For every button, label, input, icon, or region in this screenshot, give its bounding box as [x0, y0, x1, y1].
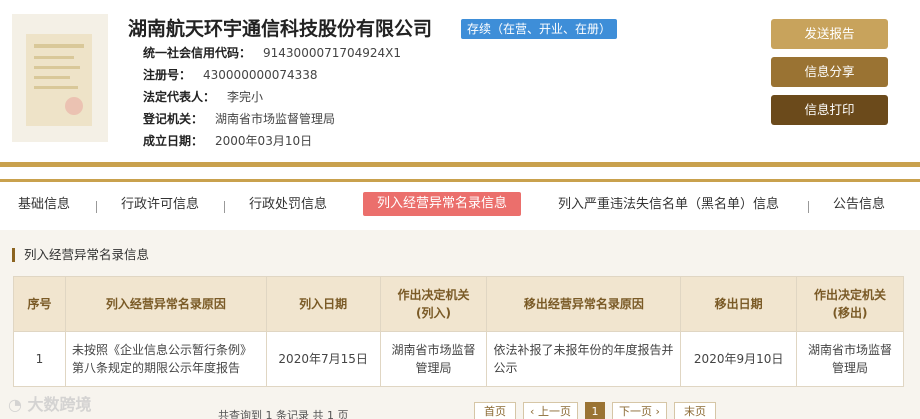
info-row-established-date: 成立日期： 2000年03月10日 — [143, 130, 401, 152]
tab-abnormal-operation-list[interactable]: 列入经营异常名录信息 — [363, 192, 522, 216]
current-page-button[interactable]: 1 — [585, 402, 605, 419]
info-value: 2000年03月10日 — [215, 134, 313, 148]
watermark-logo-icon: ◔ — [8, 395, 22, 414]
info-row-legal-representative: 法定代表人： 李完小 — [143, 86, 401, 108]
column-header: 作出决定机关 (列入) — [379, 276, 488, 332]
info-value: 9143000071704924X1 — [263, 46, 402, 60]
column-header: 移出经营异常名录原因 — [486, 276, 682, 332]
share-info-button[interactable]: 信息分享 — [771, 57, 888, 87]
info-label: 法定代表人： — [143, 90, 216, 104]
abnormal-operation-table: 序号 列入经营异常名录原因 列入日期 作出决定机关 (列入) 移出经营异常名录原… — [13, 276, 904, 387]
table-cell: 未按照《企业信息公示暂行条例》第八条规定的期限公示年度报告 — [64, 331, 267, 387]
next-page-button[interactable]: 下一页 › — [612, 402, 667, 419]
table-cell: 湖南省市场监督管理局 — [379, 331, 488, 387]
table-cell: 2020年9月10日 — [680, 331, 798, 387]
column-header: 作出决定机关 (移出) — [796, 276, 904, 332]
table-cell: 湖南省市场监督管理局 — [796, 331, 904, 387]
info-value: 李完小 — [227, 90, 264, 104]
column-header: 移出日期 — [680, 276, 798, 332]
tab-basic-info[interactable]: 基础信息 — [18, 190, 70, 220]
info-label: 成立日期： — [143, 134, 204, 148]
tab-administrative-penalty[interactable]: 行政处罚信息 — [249, 190, 327, 220]
company-info-list: 统一社会信用代码： 9143000071704924X1 注册号： 430000… — [143, 42, 401, 152]
watermark: ◔ 大数跨境 — [8, 391, 92, 415]
table-header-row: 序号 列入经营异常名录原因 列入日期 作出决定机关 (列入) 移出经营异常名录原… — [13, 276, 904, 332]
column-header: 列入日期 — [265, 276, 381, 332]
watermark-text: 大数跨境 — [27, 395, 92, 414]
table-cell: 依法补报了未报年份的年度报告并公示 — [486, 331, 682, 387]
print-info-button[interactable]: 信息打印 — [771, 95, 888, 125]
tab-separator — [808, 201, 809, 213]
header-divider — [0, 162, 920, 167]
status-badge: 存续（在营、开业、在册） — [461, 19, 618, 39]
table-row: 1 未按照《企业信息公示暂行条例》第八条规定的期限公示年度报告 2020年7月1… — [13, 331, 904, 387]
last-page-button[interactable]: 末页 — [674, 402, 716, 419]
prev-page-button[interactable]: ‹ 上一页 — [523, 402, 578, 419]
info-label: 统一社会信用代码： — [143, 46, 252, 60]
table-cell: 1 — [13, 331, 66, 387]
table-cell: 2020年7月15日 — [265, 331, 381, 387]
info-value: 湖南省市场监督管理局 — [215, 112, 336, 126]
send-report-button[interactable]: 发送报告 — [771, 19, 888, 49]
pagination-summary: 共查询到 1 条记录 共 1 页 — [218, 409, 349, 419]
company-name: 湖南航天环宇通信科技股份有限公司 — [128, 18, 433, 40]
tab-announcements[interactable]: 公告信息 — [833, 190, 885, 220]
business-license-image — [12, 14, 108, 142]
info-row-credit-code: 统一社会信用代码： 9143000071704924X1 — [143, 42, 401, 64]
info-label: 注册号： — [143, 68, 192, 82]
info-label: 登记机关： — [143, 112, 204, 126]
section-title: 列入经营异常名录信息 — [12, 248, 149, 262]
info-row-registration-number: 注册号： 430000000074338 — [143, 64, 401, 86]
column-header: 列入经营异常名录原因 — [64, 276, 267, 332]
tab-administrative-license[interactable]: 行政许可信息 — [121, 190, 199, 220]
first-page-button[interactable]: 首页 — [474, 402, 516, 419]
tab-serious-violation-blacklist[interactable]: 列入严重违法失信名单（黑名单）信息 — [558, 190, 779, 220]
tabs-divider — [0, 179, 920, 182]
info-tabs: 基础信息 行政许可信息 行政处罚信息 列入经营异常名录信息 列入严重违法失信名单… — [0, 190, 920, 222]
column-header: 序号 — [13, 276, 66, 332]
company-header: 湖南航天环宇通信科技股份有限公司 存续（在营、开业、在册） 统一社会信用代码： … — [0, 0, 920, 162]
info-value: 430000000074338 — [203, 68, 318, 82]
info-row-registration-authority: 登记机关： 湖南省市场监督管理局 — [143, 108, 401, 130]
tab-separator — [224, 201, 225, 213]
tab-separator — [96, 201, 97, 213]
